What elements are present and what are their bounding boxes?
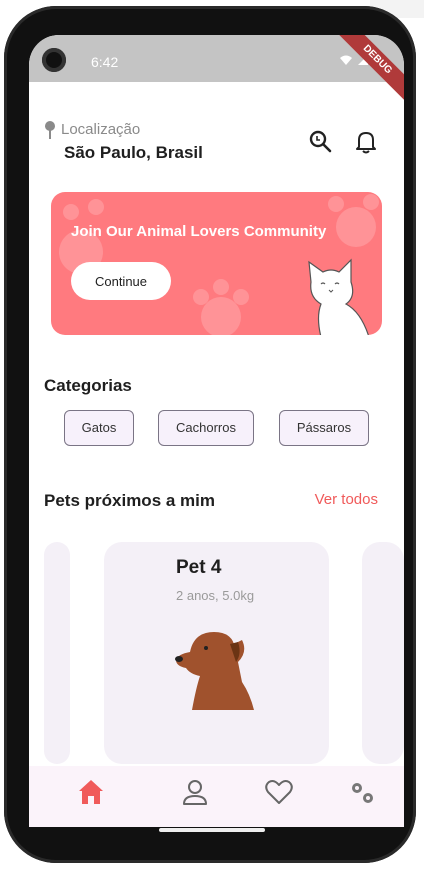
categories-title: Categorias <box>44 376 132 395</box>
category-chip-cachorros[interactable]: Cachorros <box>158 410 254 446</box>
location-label: Localização <box>61 121 141 138</box>
bottom-nav <box>29 766 404 827</box>
home-indicator <box>159 828 265 832</box>
pet-card[interactable]: Pet 4 2 anos, 5.0kg <box>104 542 329 764</box>
pet-info: 2 anos, 5.0kg <box>176 588 255 603</box>
bell-icon[interactable] <box>352 128 380 156</box>
phone-frame: 6:42 DEBUG Localização São Paulo, Brasil <box>4 6 416 863</box>
location-pin-icon <box>44 120 56 145</box>
status-bar: 6:42 DEBUG <box>29 35 404 106</box>
continue-button[interactable]: Continue <box>71 262 171 300</box>
pet-card-partial-left[interactable] <box>44 542 70 764</box>
category-chip-gatos[interactable]: Gatos <box>64 410 134 446</box>
pet-card-partial-right[interactable] <box>362 542 404 764</box>
heart-icon[interactable] <box>261 774 297 810</box>
nearby-title: Pets próximos a mim <box>44 491 216 510</box>
app-screen: 6:42 DEBUG Localização São Paulo, Brasil <box>29 35 404 827</box>
status-time: 6:42 <box>91 54 119 70</box>
pet-photo-dog <box>175 632 254 710</box>
camera-hole <box>42 48 66 72</box>
home-icon[interactable] <box>73 774 109 810</box>
pet-name: Pet 4 <box>176 557 222 578</box>
banner-title: Join Our Animal Lovers Community <box>71 223 327 240</box>
community-banner: Join Our Animal Lovers Community Continu… <box>51 192 382 335</box>
cat-illustration <box>308 258 369 335</box>
profile-icon[interactable] <box>177 774 213 810</box>
search-icon[interactable] <box>307 128 335 156</box>
see-all-link[interactable]: Ver todos <box>315 491 378 508</box>
category-chip-passaros[interactable]: Pássaros <box>279 410 369 446</box>
location-value[interactable]: São Paulo, Brasil <box>64 143 203 163</box>
settings-icon[interactable] <box>344 774 380 810</box>
